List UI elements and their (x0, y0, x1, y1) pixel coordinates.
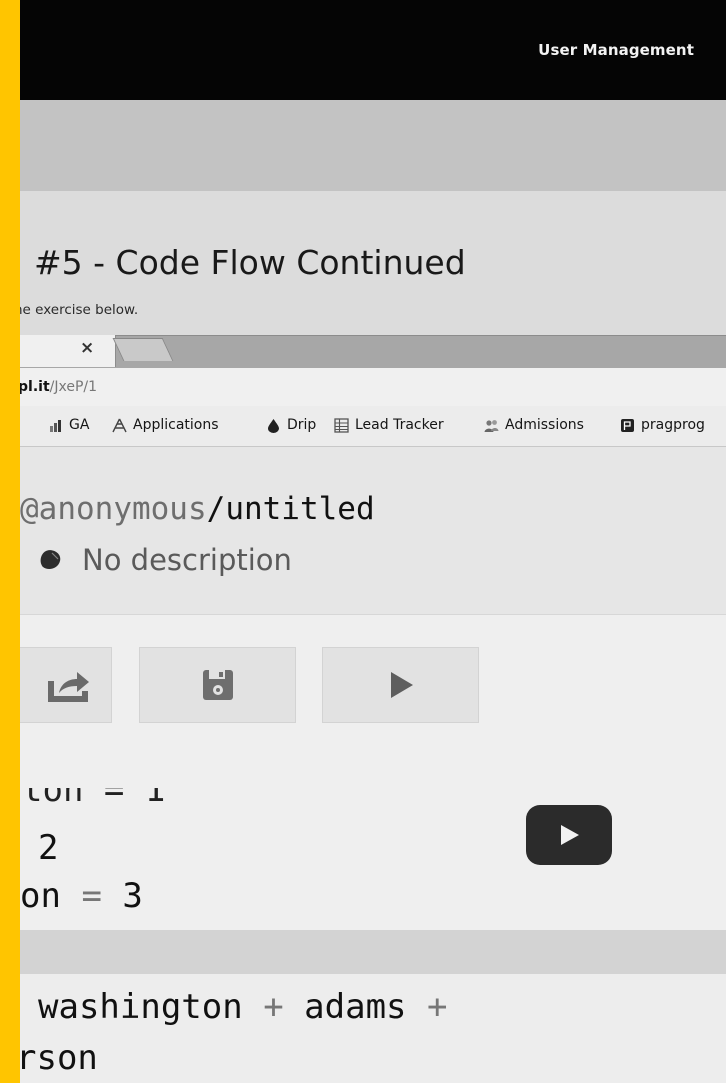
code-line: on = 3 (20, 876, 143, 916)
bookmark-drip[interactable]: Drip (266, 417, 316, 433)
bar-chart-icon (50, 419, 61, 432)
editor-divider (0, 930, 726, 974)
bookmark-pragprog[interactable]: pragprog (620, 417, 705, 433)
code-identifier: washington (38, 987, 243, 1027)
code-text: ton = 1 (22, 788, 166, 810)
code-operator: + (427, 987, 448, 1027)
bookmark-applications[interactable]: Applications (112, 417, 219, 433)
people-icon (484, 419, 499, 432)
exercise-description: he exercise below. (14, 302, 139, 318)
play-icon (561, 825, 579, 845)
bookmark-admissions[interactable]: Admissions (484, 417, 584, 433)
bookmark-label: Lead Tracker (355, 417, 444, 433)
repl-title: @anonymous/untitled (20, 491, 375, 527)
bookmark-ga[interactable]: GA (48, 417, 89, 433)
bookmark-label: Applications (133, 417, 219, 433)
share-icon (47, 672, 89, 702)
bookmark-lead-tracker[interactable]: Lead Tracker (334, 417, 444, 433)
bookmark-label: GA (69, 417, 90, 433)
user-management-link[interactable]: User Management (538, 41, 694, 59)
code-identifier: on (20, 876, 61, 916)
url-host: pl.it (18, 379, 50, 395)
video-frame: User Management #5 - Code Flow Continued… (0, 0, 726, 1083)
code-line: ton = 1 (22, 788, 165, 816)
tab-close-icon[interactable]: × (80, 338, 94, 358)
repl-description-text: No description (82, 543, 292, 577)
sub-header (0, 100, 726, 191)
url-path: /JxeP/1 (49, 379, 98, 395)
repl-description[interactable]: No description (38, 543, 292, 577)
bookmark-label: Drip (287, 417, 317, 433)
exercise-title: #5 - Code Flow Continued (34, 243, 466, 282)
run-icon (390, 672, 413, 698)
new-tab-button[interactable] (112, 338, 174, 361)
code-line: rson (16, 1038, 98, 1078)
edit-pencil-icon (40, 550, 61, 569)
repl-owner[interactable]: @anonymous (20, 491, 207, 527)
save-button[interactable] (139, 647, 296, 723)
code-number: 3 (122, 876, 143, 916)
accent-strip (0, 0, 20, 1083)
browser-tab-strip (0, 335, 726, 369)
spreadsheet-icon (334, 417, 349, 433)
repl-separator: / (206, 491, 226, 527)
code-identifier: adams (304, 987, 407, 1027)
bookmark-label: Admissions (505, 417, 584, 433)
pyramid-icon (112, 418, 127, 432)
video-play-button[interactable] (526, 805, 612, 865)
run-button[interactable] (322, 647, 479, 723)
code-identifier: rson (16, 1038, 98, 1078)
book-icon (621, 418, 634, 432)
top-nav-bar: User Management (0, 0, 726, 100)
drop-icon (268, 418, 279, 433)
code-line: 2 (38, 828, 58, 868)
code-line: washington + adams + (38, 987, 447, 1027)
code-text: 2 (38, 828, 59, 868)
repl-name[interactable]: untitled (225, 491, 374, 527)
save-icon (202, 670, 233, 700)
address-bar[interactable] (0, 368, 726, 407)
bookmark-label: pragprog (641, 417, 705, 433)
code-operator: = (81, 876, 102, 916)
code-operator: + (263, 987, 284, 1027)
url-text[interactable]: pl.it/JxeP/1 (18, 379, 97, 395)
